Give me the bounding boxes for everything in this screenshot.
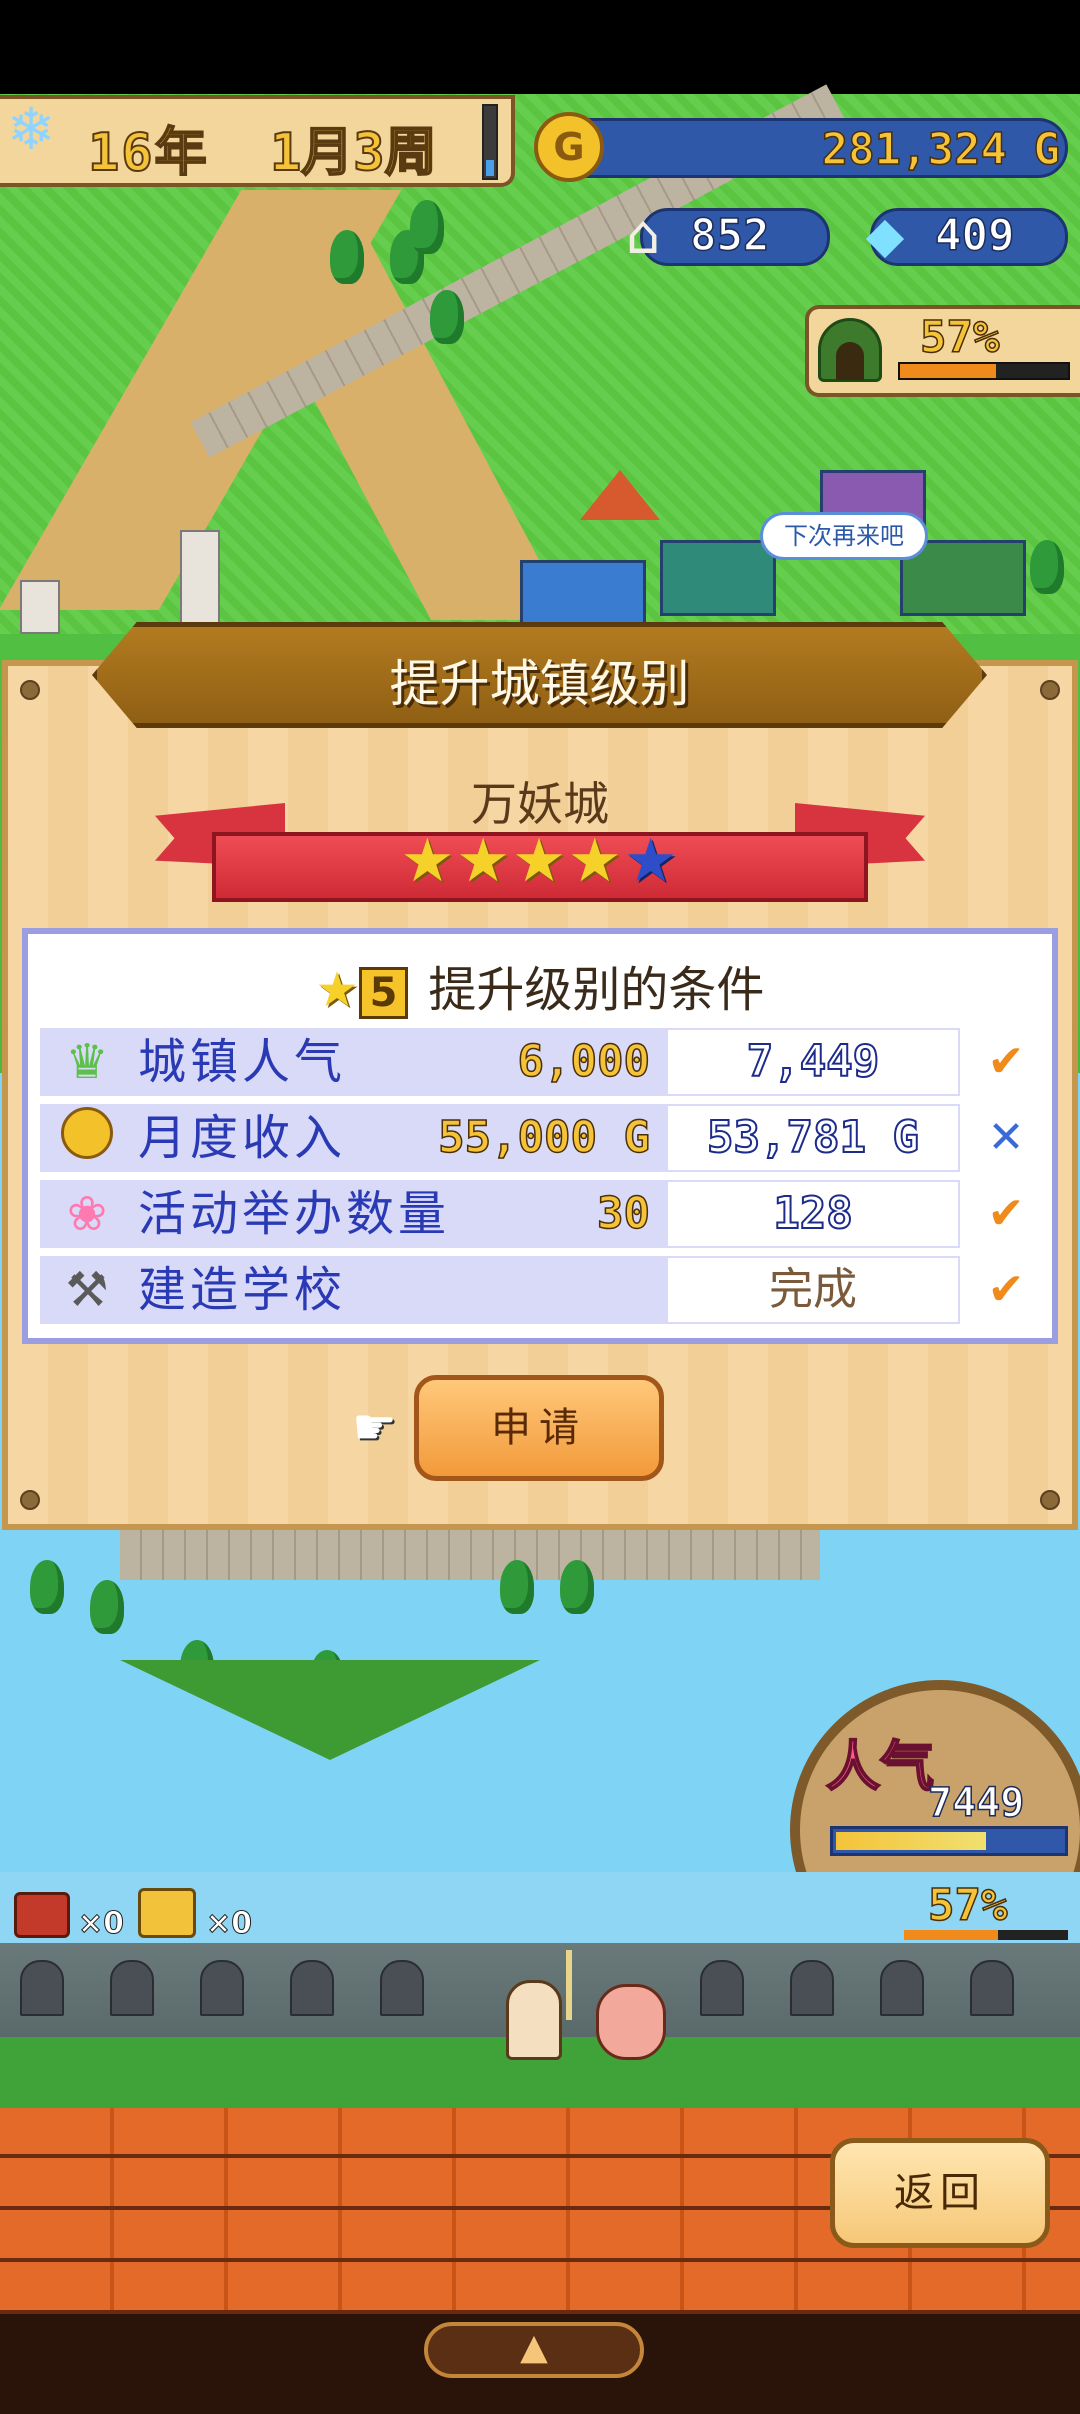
- hammer-icon: ⚒: [65, 1262, 109, 1318]
- tree: [330, 230, 364, 284]
- battle-progress-fill: [904, 1930, 998, 1940]
- tree: [30, 1560, 64, 1614]
- red-chest-count: ×0: [77, 1906, 125, 1942]
- tree: [560, 1560, 594, 1614]
- popularity-value: 7449: [927, 1779, 1025, 1827]
- target-level-badge: 5: [358, 967, 409, 1019]
- crystal-icon: ◆: [865, 206, 905, 264]
- crystal-count: 409: [934, 209, 1015, 262]
- week-text: 1月3周: [269, 122, 438, 184]
- battle-progress-text: 57%: [927, 1879, 1008, 1932]
- town-building[interactable]: [520, 560, 646, 626]
- gravestone: [110, 1960, 154, 2016]
- dungeon-progress-text: 57%: [919, 311, 1000, 364]
- gold-chest-count: ×0: [205, 1906, 253, 1942]
- town-name: 万妖城: [471, 777, 609, 831]
- conditions-header: ★ 5 提升级别的条件: [22, 950, 1058, 1020]
- house-icon: ⌂: [625, 203, 661, 266]
- screw: [20, 1490, 40, 1510]
- apply-button[interactable]: 申请: [414, 1375, 664, 1481]
- star-filled-icon: ★: [456, 826, 513, 896]
- population-count: 852: [689, 209, 770, 262]
- condition-current-value: 53,781 G: [706, 1111, 920, 1164]
- condition-label: 建造学校: [138, 1262, 347, 1318]
- tree: [410, 200, 444, 254]
- popularity-label: 人气: [825, 1734, 935, 1799]
- dungeon-progress-fill: [900, 364, 996, 378]
- tower: [180, 530, 220, 624]
- condition-current-value: 128: [772, 1187, 853, 1240]
- screw: [1040, 1490, 1060, 1510]
- check-icon: ✔: [987, 1036, 1025, 1087]
- speech-bubble: 下次再来吧: [760, 512, 928, 560]
- tree: [90, 1580, 124, 1634]
- condition-required: 55,000 G: [437, 1111, 650, 1164]
- tree: [1030, 540, 1064, 594]
- condition-current: 完成: [668, 1258, 958, 1322]
- check-icon: ✔: [987, 1188, 1025, 1239]
- condition-required: 30: [596, 1187, 650, 1240]
- dialog-title: 提升城镇级别: [389, 655, 690, 713]
- cave-entrance: [836, 342, 864, 380]
- gold-chest-icon: [138, 1888, 196, 1938]
- gravestone: [20, 1960, 64, 2016]
- gravestone: [790, 1960, 834, 2016]
- star-filled-icon: ★: [567, 826, 624, 896]
- gravestone: [970, 1960, 1014, 2016]
- star-icon: ★: [315, 962, 359, 1018]
- tree: [430, 290, 464, 344]
- condition-current: 128: [668, 1182, 958, 1246]
- red-chest-icon: [14, 1892, 70, 1938]
- screw: [20, 680, 40, 700]
- back-button[interactable]: 返回: [830, 2138, 1050, 2248]
- condition-current: 7,449: [668, 1030, 958, 1094]
- tree: [500, 1560, 534, 1614]
- gravestone: [380, 1960, 424, 2016]
- cross-icon: ✕: [987, 1112, 1025, 1163]
- tower: [20, 580, 60, 634]
- gravestone: [200, 1960, 244, 2016]
- star-filled-icon: ★: [512, 826, 568, 896]
- system-status-bar: [0, 0, 1080, 94]
- date-panel: [0, 95, 515, 187]
- star-empty-icon: ★: [623, 826, 680, 896]
- condition-required: 6,000: [517, 1035, 651, 1088]
- condition-current: 53,781 G: [668, 1106, 958, 1170]
- up-arrow-icon: ▲: [520, 2327, 548, 2368]
- gravestone: [290, 1960, 334, 2016]
- town-building[interactable]: [660, 540, 776, 616]
- check-icon: ✔: [987, 1264, 1025, 1315]
- popularity-bar-fill: [836, 1832, 986, 1850]
- star-filled-icon: ★: [400, 826, 457, 896]
- gold-amount: 281,324 G: [821, 123, 1061, 176]
- conditions-title: 提升级别的条件: [428, 962, 765, 1018]
- sword-sprite: [566, 1950, 572, 2020]
- gold-coin-icon: [56, 1107, 118, 1169]
- snowflake-icon: ❄: [6, 95, 56, 163]
- condition-current-value: 7,449: [746, 1035, 880, 1088]
- screw: [1040, 680, 1060, 700]
- adventurer-sprite: [506, 1980, 562, 2060]
- condition-label: 月度收入: [138, 1110, 347, 1166]
- condition-label: 城镇人气: [138, 1034, 347, 1090]
- gold-coin-icon: G: [534, 112, 604, 182]
- town-rank-stars: ★★★★★: [212, 826, 868, 896]
- gravestone: [880, 1960, 924, 2016]
- pointing-hand-icon: ☛: [352, 1398, 397, 1456]
- week-progress-fill: [486, 160, 494, 176]
- balloons-icon: ❀: [66, 1186, 108, 1242]
- year-text: 16年: [87, 122, 209, 184]
- pig-monster-sprite: [596, 1984, 666, 2060]
- trophy-icon: ♛: [65, 1034, 109, 1090]
- gravestone: [700, 1960, 744, 2016]
